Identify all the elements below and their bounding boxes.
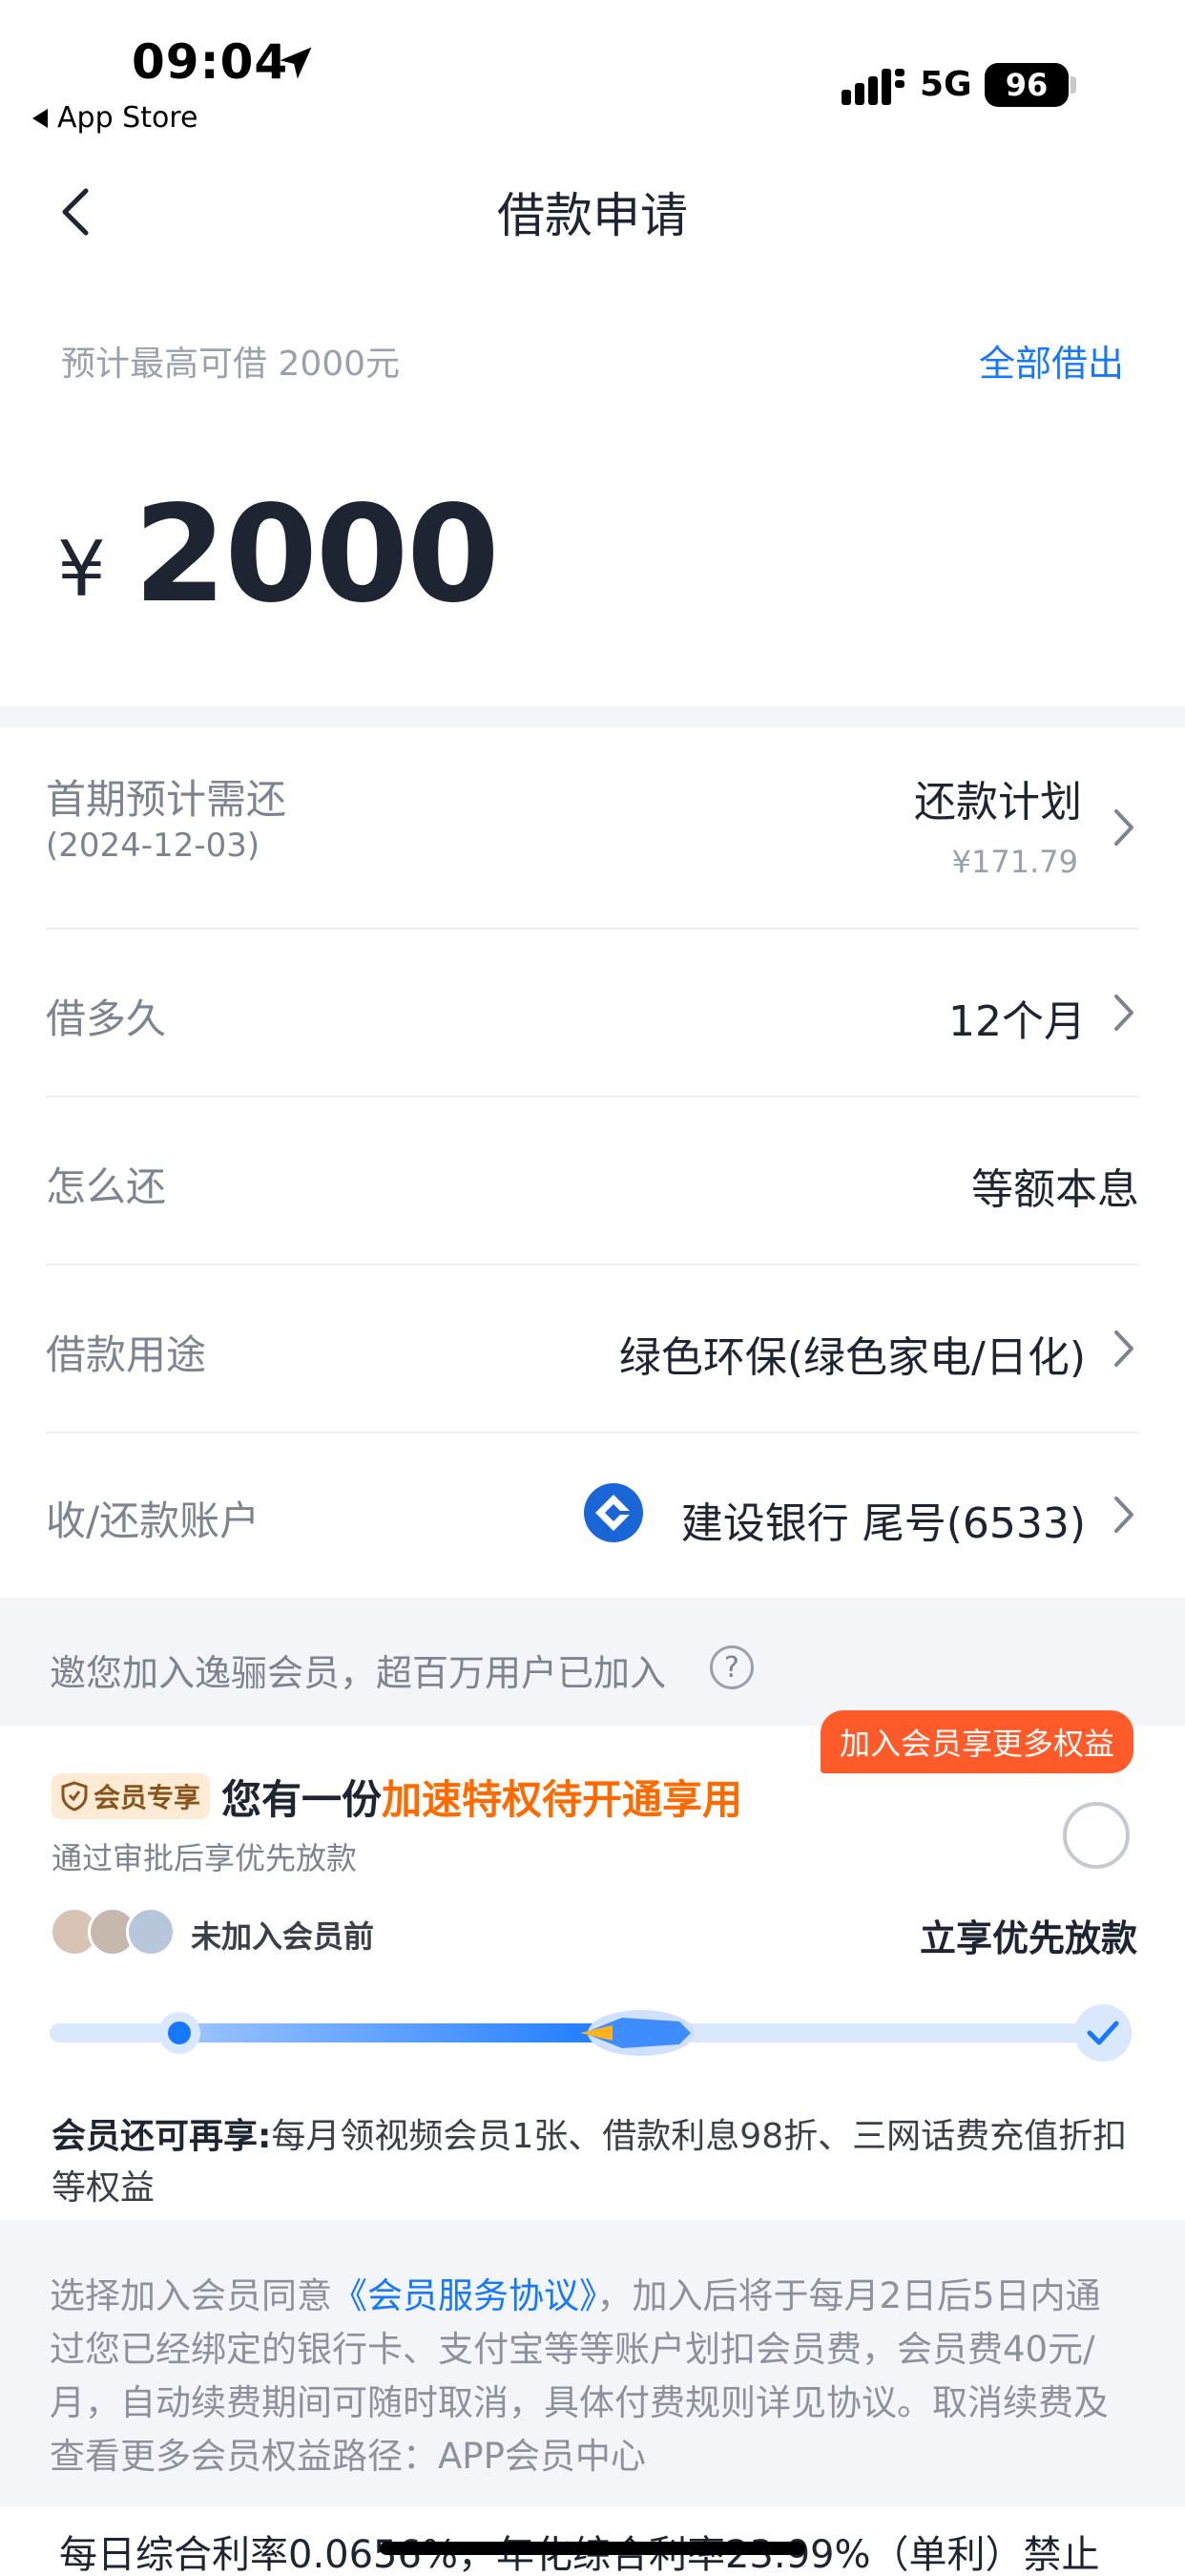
shield-icon — [61, 1781, 88, 1812]
vip-tag-label: 会员专享 — [94, 1782, 201, 1813]
help-icon[interactable]: ? — [710, 1645, 754, 1689]
purpose-value: 绿色环保(绿色家电/日化) — [618, 1333, 1086, 1382]
repay-method-value: 等额本息 — [971, 1165, 1139, 1214]
invite-text: 邀您加入逸骊会员，超百万用户已加入 — [50, 1652, 667, 1694]
status-time: 09:04 — [132, 34, 289, 90]
rocket-icon — [580, 2010, 695, 2056]
account-value: 建设银行 尾号(6533) — [680, 1499, 1086, 1548]
chevron-right-icon — [1114, 1330, 1133, 1367]
currency-symbol: ¥ — [57, 525, 106, 614]
row-account[interactable]: 收/还款账户 建设银行 尾号(6533) — [46, 1434, 1139, 1598]
signal-icon — [842, 69, 904, 105]
battery-icon: 96 — [985, 63, 1069, 107]
ccb-bank-logo-icon — [584, 1483, 643, 1542]
agreement-section: 选择加入会员同意《会员服务协议》，加入后将于每月2日后5日内通过您已经绑定的银行… — [0, 2220, 1185, 2576]
avatar-group — [50, 1907, 183, 1960]
nav-bar: 借款申请 — [0, 153, 1185, 267]
status-bar: 09:04 App Store 5G 96 — [0, 0, 1185, 153]
first-repay-label: 首期预计需还 — [46, 776, 287, 823]
first-repay-amount: ¥171.79 — [951, 844, 1078, 880]
page-title: 借款申请 — [497, 188, 688, 243]
back-triangle-icon — [32, 108, 48, 128]
member-headline: 您有一份加速特权待开通享用 — [221, 1768, 742, 1826]
agreement-prefix: 选择加入会员同意 — [50, 2275, 332, 2316]
join-member-radio[interactable] — [1063, 1802, 1130, 1869]
member-card[interactable]: 加入会员享更多权益 会员专享 您有一份加速特权待开通享用 通过审批后享优先放款 … — [0, 1710, 1185, 2220]
amount-card: 预计最高可借 2000元 全部借出 ¥ 2000 — [0, 267, 1185, 706]
chevron-right-icon — [1114, 809, 1133, 846]
row-first-repay[interactable]: 首期预计需还 (2024-12-03) 还款计划 ¥171.79 — [46, 727, 1139, 930]
term-label: 借多久 — [46, 995, 167, 1042]
promo-badge: 加入会员享更多权益 — [820, 1710, 1133, 1773]
benefits-title: 会员还可再享: — [52, 2117, 272, 2156]
loan-details-list: 首期预计需还 (2024-12-03) 还款计划 ¥171.79 借多久 12个… — [0, 727, 1185, 1598]
agreement-text: 选择加入会员同意《会员服务协议》，加入后将于每月2日后5日内通过您已经绑定的银行… — [50, 2270, 1128, 2483]
account-label: 收/还款账户 — [46, 1497, 260, 1544]
speed-progress-bar — [50, 2004, 1132, 2062]
member-subline: 通过审批后享优先放款 — [52, 1840, 358, 1876]
member-benefits: 会员还可再享:每月领视频会员1张、借款利息98折、三网话费充值折扣等权益 — [52, 2111, 1139, 2214]
battery-tip — [1071, 76, 1076, 94]
member-service-agreement-link[interactable]: 《会员服务协议》 — [332, 2275, 597, 2316]
vip-tag: 会员专享 — [52, 1773, 211, 1819]
member-invite: 邀您加入逸骊会员，超百万用户已加入 ? — [0, 1598, 1185, 1726]
repay-method-label: 怎么还 — [46, 1163, 167, 1210]
limit-text: 预计最高可借 2000元 — [61, 345, 401, 384]
chevron-right-icon — [1114, 995, 1133, 1031]
priority-label: 立享优先放款 — [919, 1917, 1137, 1959]
location-arrow-icon — [280, 47, 312, 79]
row-repay-method: 怎么还 等额本息 — [46, 1098, 1139, 1266]
headline-highlight: 加速特权待开通享用 — [382, 1776, 743, 1823]
home-indicator[interactable] — [380, 2542, 805, 2555]
chevron-right-icon — [1114, 1497, 1133, 1533]
before-member-label: 未加入会员前 — [191, 1918, 375, 1955]
back-to-app-store[interactable]: App Store — [32, 101, 198, 135]
row-purpose[interactable]: 借款用途 绿色环保(绿色家电/日化) — [46, 1266, 1139, 1434]
battery-level: 96 — [1005, 67, 1049, 103]
repay-plan-link[interactable]: 还款计划 — [914, 767, 1082, 828]
term-value: 12个月 — [948, 997, 1086, 1046]
back-app-label: App Store — [57, 101, 198, 135]
first-repay-date: (2024-12-03) — [46, 827, 260, 865]
row-term[interactable]: 借多久 12个月 — [46, 930, 1139, 1098]
network-type: 5G — [920, 65, 972, 104]
amount-input[interactable]: 2000 — [134, 477, 500, 633]
purpose-label: 借款用途 — [46, 1331, 207, 1378]
headline-prefix: 您有一份 — [221, 1776, 383, 1823]
avatar — [126, 1907, 176, 1957]
borrow-all-button[interactable]: 全部借出 — [979, 334, 1124, 387]
